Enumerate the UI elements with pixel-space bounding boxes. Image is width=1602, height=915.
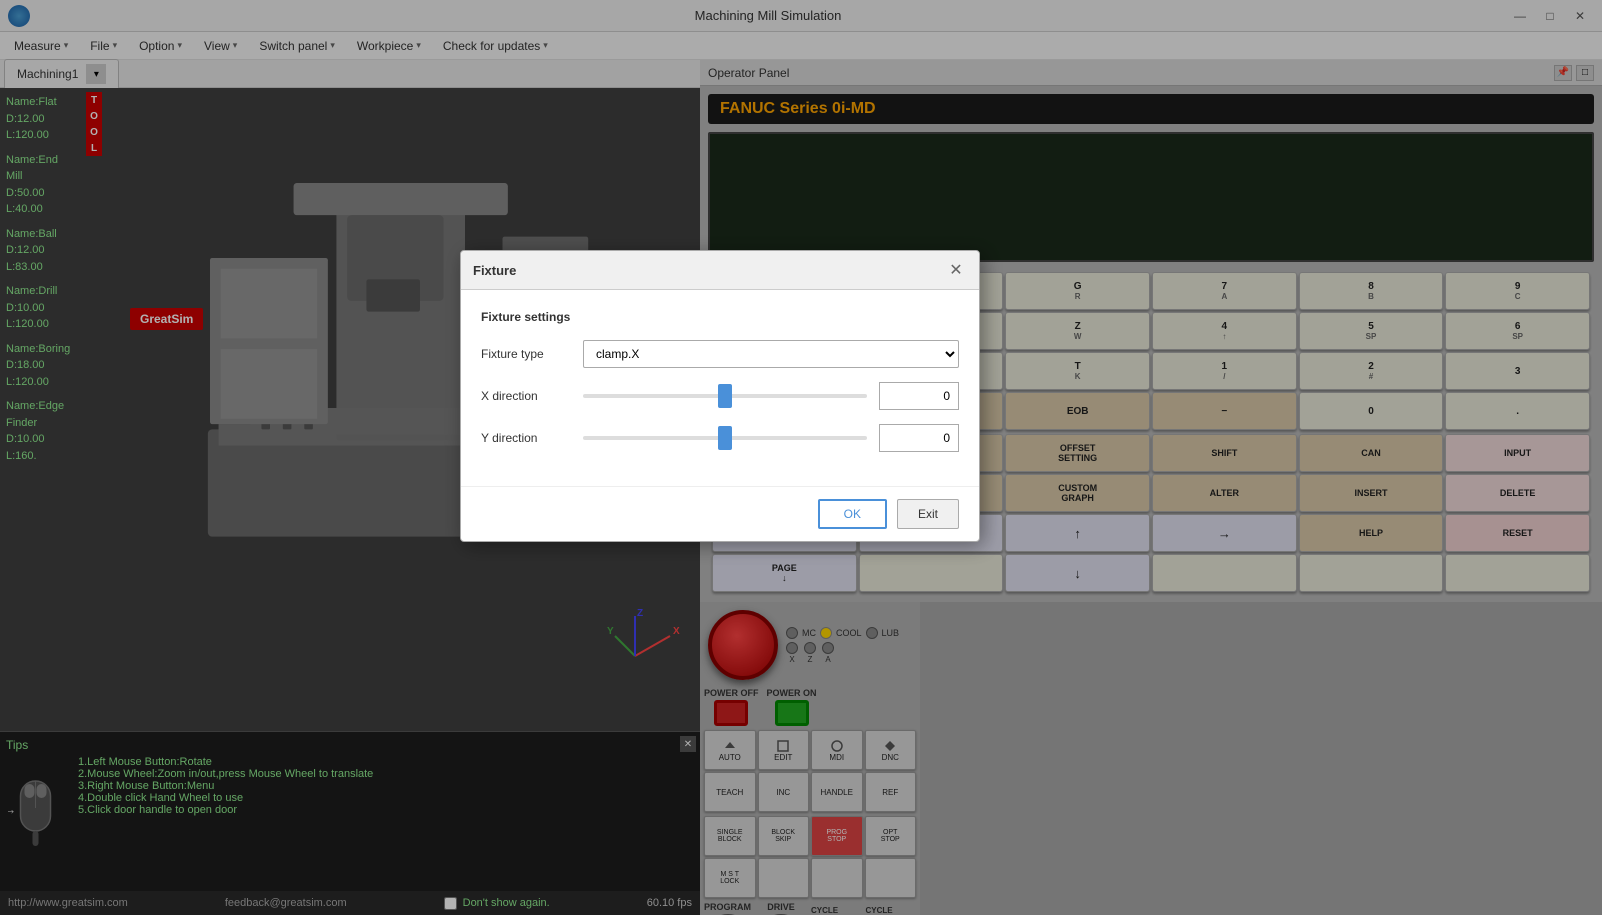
y-slider-container (583, 424, 867, 452)
fixture-close-button[interactable]: ✕ (945, 259, 967, 281)
x-direction-label: X direction (481, 389, 571, 403)
x-direction-value[interactable]: 0 (879, 382, 959, 410)
y-direction-label: Y direction (481, 431, 571, 445)
x-direction-slider[interactable] (583, 394, 867, 398)
y-direction-slider[interactable] (583, 436, 867, 440)
y-direction-row: Y direction 0 (481, 424, 959, 452)
y-direction-value[interactable]: 0 (879, 424, 959, 452)
fixture-titlebar: Fixture ✕ (461, 251, 979, 290)
fixture-ok-button[interactable]: OK (818, 499, 887, 529)
x-direction-row: X direction 0 (481, 382, 959, 410)
fixture-type-label: Fixture type (481, 347, 571, 361)
fixture-overlay: Fixture ✕ Fixture settings Fixture type … (0, 0, 1602, 915)
fixture-dialog: Fixture ✕ Fixture settings Fixture type … (460, 250, 980, 542)
fixture-dialog-title: Fixture (473, 263, 516, 278)
x-slider-container (583, 382, 867, 410)
fixture-body: Fixture settings Fixture type clamp.X cl… (461, 290, 979, 486)
fixture-exit-button[interactable]: Exit (897, 499, 959, 529)
fixture-footer: OK Exit (461, 486, 979, 541)
fixture-type-row: Fixture type clamp.X clamp.Y vise none (481, 340, 959, 368)
fixture-type-select[interactable]: clamp.X clamp.Y vise none (583, 340, 959, 368)
fixture-section-title: Fixture settings (481, 310, 959, 324)
